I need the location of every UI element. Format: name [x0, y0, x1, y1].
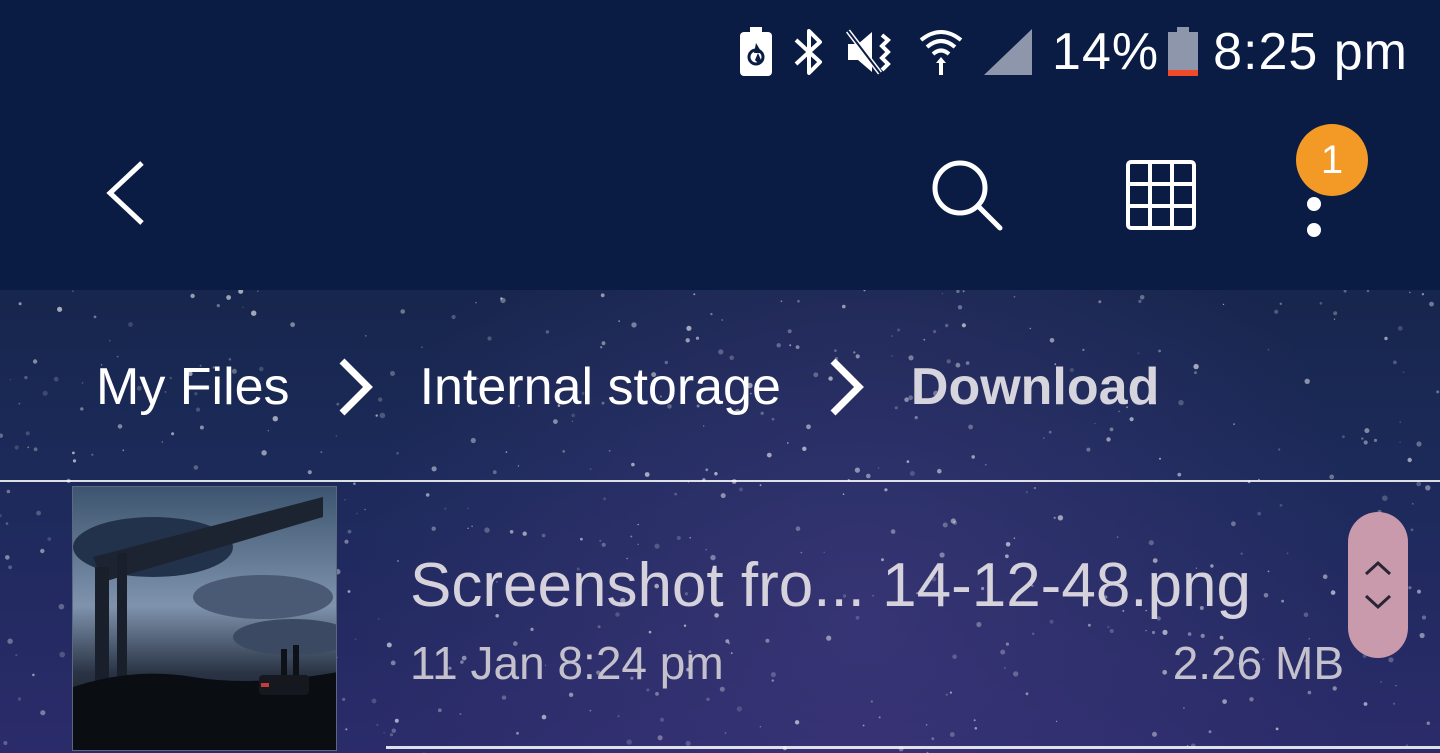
cellular-signal-icon	[982, 24, 1034, 80]
file-date: 11 Jan 8:24 pm	[410, 637, 724, 689]
notification-badge: 1	[1296, 124, 1368, 196]
file-size: 2.26 MB	[1172, 637, 1344, 689]
chevron-right-icon	[290, 352, 420, 422]
search-button[interactable]	[922, 150, 1012, 240]
item-divider	[386, 746, 1440, 749]
bluetooth-icon	[792, 24, 826, 80]
vibrate-mute-icon	[844, 24, 900, 80]
back-button[interactable]	[90, 148, 160, 238]
file-manager-screen: 14% 8:25 pm 1 My Files Internal storage …	[0, 0, 1440, 753]
toolbar	[0, 104, 1440, 290]
chevron-down-icon	[1364, 594, 1392, 610]
search-icon	[932, 160, 1003, 231]
grid-view-icon	[1126, 160, 1196, 230]
breadcrumb-download: Download	[910, 358, 1160, 416]
chevron-up-icon	[1364, 560, 1392, 576]
battery-saver-icon	[738, 24, 774, 80]
clock: 8:25 pm	[1213, 23, 1408, 81]
battery-icon	[1167, 24, 1199, 80]
grid-view-button[interactable]	[1118, 152, 1204, 238]
chevron-right-icon	[781, 352, 911, 422]
file-list-item[interactable]: Screenshot fro... 14-12-48.png 11 Jan 8:…	[0, 482, 1440, 753]
wifi-icon	[918, 24, 964, 80]
content-area: My Files Internal storage Download Scree…	[0, 290, 1440, 753]
back-icon	[106, 161, 144, 225]
file-thumbnail	[72, 486, 337, 751]
fast-scroll-handle[interactable]	[1348, 512, 1408, 658]
breadcrumb-my-files[interactable]: My Files	[96, 357, 290, 417]
breadcrumb-internal-storage[interactable]: Internal storage	[420, 357, 781, 417]
battery-percent: 14%	[1052, 23, 1160, 81]
status-bar: 14% 8:25 pm	[0, 0, 1440, 104]
breadcrumb: My Files Internal storage Download	[96, 352, 1159, 422]
file-name: Screenshot fro... 14-12-48.png	[410, 551, 1251, 620]
